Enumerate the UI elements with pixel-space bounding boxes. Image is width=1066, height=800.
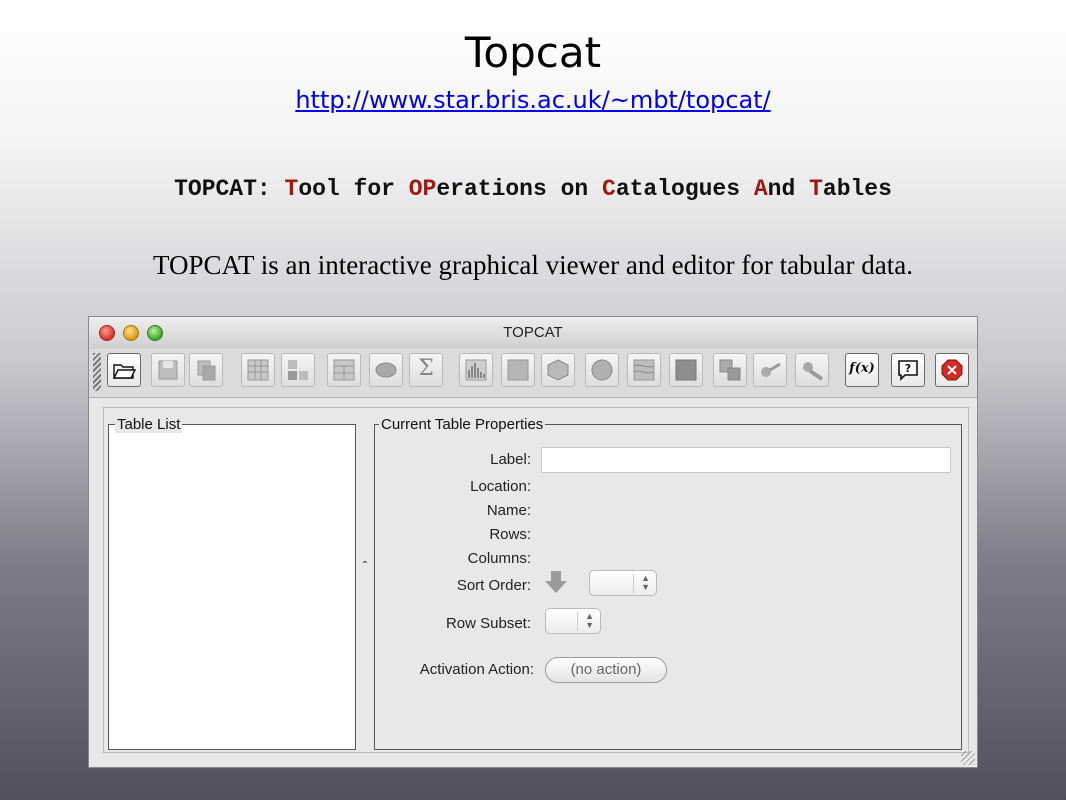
help-glyph: ?: [905, 362, 911, 375]
acronym-part: ool for: [298, 176, 409, 202]
histogram-button[interactable]: [459, 353, 493, 387]
window-titlebar[interactable]: TOPCAT: [89, 317, 977, 350]
exit-button[interactable]: [935, 353, 969, 387]
save-button[interactable]: [151, 353, 185, 387]
topcat-url-link[interactable]: http://www.star.bris.ac.uk/~mbt/topcat/: [0, 86, 1066, 114]
topcat-window: TOPCAT Σ f(x) ? Table List ˆ Current Tab…: [88, 316, 978, 768]
histogram-icon: [465, 359, 487, 381]
activation-action-label: Activation Action:: [419, 661, 534, 678]
columns-view-button[interactable]: [327, 353, 361, 387]
cone-search-icon: [761, 362, 781, 377]
name-label: Name:: [486, 502, 531, 519]
table-properties-panel: Current Table Properties Label: Location…: [374, 416, 962, 750]
subsets-icon: [375, 362, 397, 378]
match-multi-button[interactable]: [713, 353, 747, 387]
toolbar: Σ f(x) ?: [89, 349, 977, 398]
acronym-line: TOPCAT: Tool for OPerations on Catalogue…: [0, 176, 1066, 202]
save-icon: [158, 360, 178, 380]
sort-direction-icon[interactable]: [543, 569, 569, 595]
sphere-plot-icon: [591, 359, 613, 381]
row-subset-label: Row Subset:: [445, 615, 531, 632]
acronym-part: erations on: [436, 176, 602, 202]
table-view-icon: [247, 359, 269, 381]
rows-label: Rows:: [489, 526, 531, 543]
subsets-button[interactable]: [369, 353, 403, 387]
function-button[interactable]: f(x): [845, 353, 879, 387]
columns-label: Columns:: [467, 550, 531, 567]
window-title: TOPCAT: [503, 324, 563, 341]
params-view-icon: [288, 360, 308, 380]
resize-grip-icon[interactable]: [961, 751, 975, 765]
table-label-input[interactable]: [541, 447, 951, 473]
label-field-label: Label:: [490, 451, 531, 468]
duplicate-button[interactable]: [189, 353, 223, 387]
plot-2d-icon: [507, 359, 529, 381]
split-pane-divider[interactable]: ˆ: [360, 558, 370, 598]
table-list-legend: Table List: [115, 416, 183, 433]
density-map-icon: [633, 359, 655, 381]
row-subset-select[interactable]: ▲ ▼: [545, 608, 601, 634]
acronym-part: atalogues: [615, 176, 754, 202]
main-panel: Table List ˆ Current Table Properties La…: [103, 407, 969, 753]
density-map-button[interactable]: [627, 353, 661, 387]
activation-action-button[interactable]: (no action): [545, 657, 667, 683]
properties-legend: Current Table Properties: [379, 416, 546, 433]
acronym-part: TOPCAT:: [174, 176, 285, 202]
table-view-button[interactable]: [241, 353, 275, 387]
plot-3d-icon: [547, 359, 569, 381]
tagline: TOPCAT is an interactive graphical viewe…: [153, 250, 913, 280]
duplicate-icon: [197, 360, 216, 381]
sphere-plot-button[interactable]: [585, 353, 619, 387]
acronym-letter: OP: [408, 176, 437, 202]
acronym-letter: A: [753, 176, 768, 202]
function-icon: f(x): [849, 361, 875, 376]
plot-2d-button[interactable]: [501, 353, 535, 387]
synonym-button[interactable]: [795, 353, 829, 387]
match-pair-icon: [675, 359, 697, 381]
sort-order-label: Sort Order:: [456, 577, 531, 594]
stats-button[interactable]: Σ: [409, 353, 443, 387]
acronym-letter: C: [602, 176, 616, 202]
help-button[interactable]: ?: [891, 353, 925, 387]
match-pair-button[interactable]: [669, 353, 703, 387]
acronym-letter: T: [284, 176, 299, 202]
plot-3d-button[interactable]: [541, 353, 575, 387]
acronym-letter: T: [809, 176, 823, 202]
toolbar-grip-icon[interactable]: [93, 353, 101, 391]
chevron-updown-icon: ▲ ▼: [585, 611, 594, 630]
sort-column-select[interactable]: ▲ ▼: [589, 570, 657, 596]
acronym-part: nd: [767, 176, 810, 202]
table-list-panel[interactable]: Table List: [108, 416, 356, 750]
cone-search-button[interactable]: [753, 353, 787, 387]
match-multi-icon: [719, 359, 741, 381]
open-button[interactable]: [107, 353, 141, 387]
acronym-part: ables: [822, 176, 892, 202]
columns-view-icon: [333, 359, 355, 381]
match-internal-icon: [803, 362, 824, 381]
slide-title: Topcat: [464, 28, 602, 77]
params-view-button[interactable]: [281, 353, 315, 387]
exit-icon: [941, 359, 963, 381]
help-icon: ?: [898, 360, 918, 381]
stats-icon: Σ: [418, 356, 434, 381]
chevron-up-icon: ˆ: [362, 558, 368, 574]
location-label: Location:: [470, 478, 531, 495]
chevron-updown-icon: ▲ ▼: [641, 573, 650, 592]
open-icon: [112, 364, 136, 379]
